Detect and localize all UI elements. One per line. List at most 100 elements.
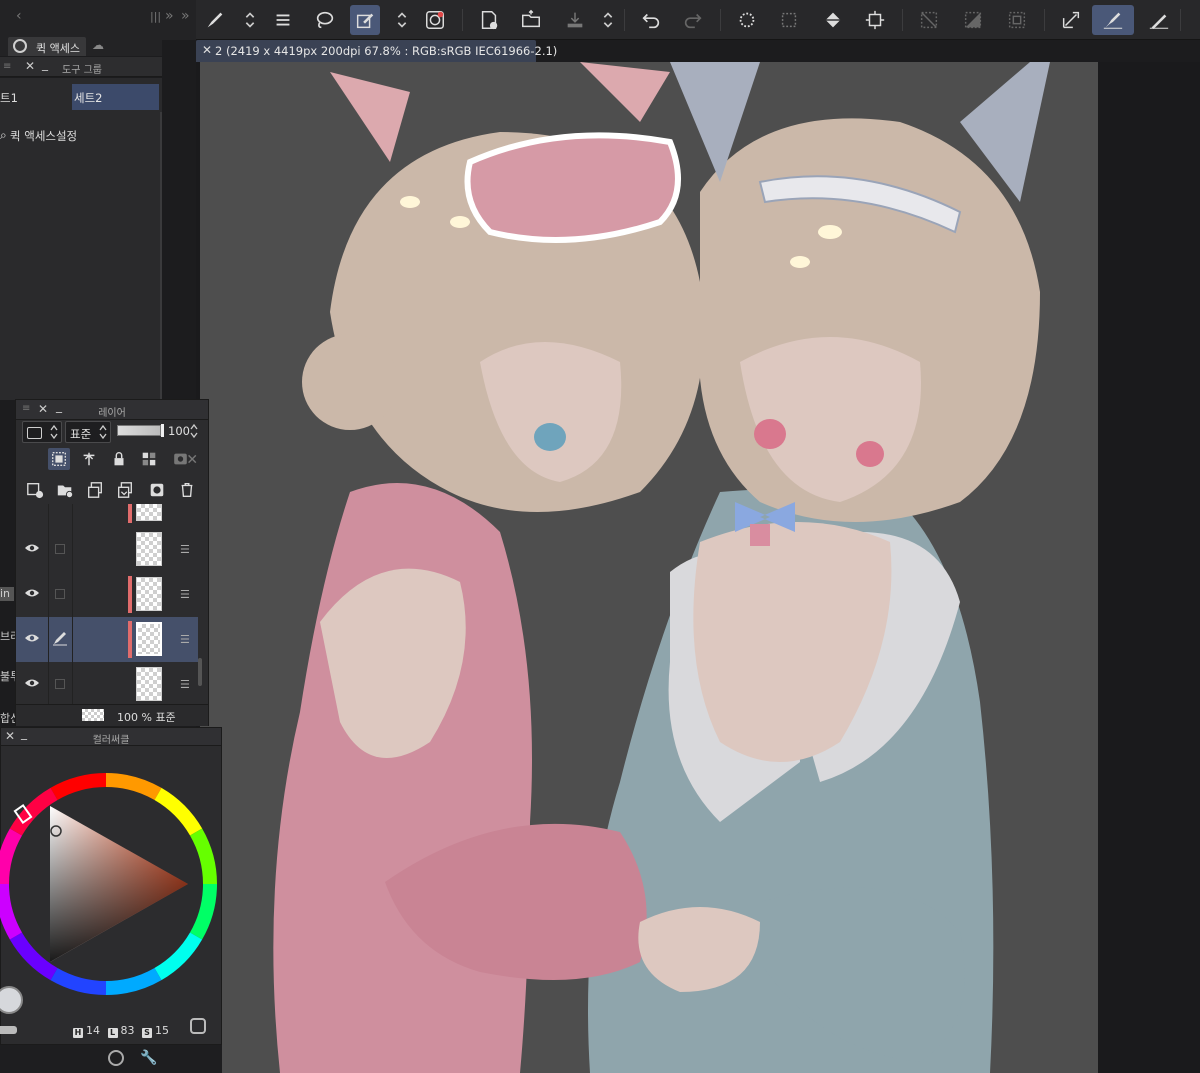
edit-layer-icon[interactable] [350,5,380,35]
reference-layer-icon[interactable] [78,448,100,470]
illustration [273,62,1050,1073]
hsv-readout: H 14 L 83 S 15 [73,1024,169,1038]
lock-transparency-icon[interactable] [138,448,160,470]
export-icon[interactable] [560,5,590,35]
eye-icon[interactable] [24,631,40,645]
line-snap-icon[interactable] [1144,5,1174,35]
main-color-swatch[interactable] [0,986,23,1014]
layer-row[interactable] [16,504,198,527]
cloud-tab-icon[interactable]: ☁ [92,38,104,52]
quick-access-tab-label: 퀵 액세스 [36,42,80,55]
timer-icon[interactable] [108,1050,124,1066]
set2-tab[interactable]: 세트2 [72,84,159,110]
lasso-icon[interactable] [310,5,340,35]
layer-row[interactable]: ☰ [16,662,198,704]
opacity-stepper-icon[interactable] [190,423,198,439]
grip-icon[interactable]: ≡ [3,61,11,72]
open-folder-icon[interactable] [516,5,546,35]
opacity-value[interactable]: 100 [168,424,190,438]
layer-menu-icon[interactable]: ☰ [180,678,190,691]
set1-tab[interactable]: 트1 [0,84,70,110]
pen-snap-icon[interactable] [1092,5,1134,35]
undo-icon[interactable] [636,5,666,35]
h-value: 14 [86,1024,100,1037]
clip-layer-icon[interactable] [48,448,70,470]
minimize-icon[interactable]: _ [42,57,48,71]
eye-icon[interactable] [24,586,40,600]
layer-row[interactable]: ☰ [16,572,198,617]
transform-icon[interactable] [860,5,890,35]
select-all-icon[interactable] [774,5,804,35]
new-raster-layer-icon[interactable] [24,479,46,501]
s-label: S [142,1028,152,1038]
layer-panel-title: 레이어 [98,408,126,419]
brush-tool-icon[interactable] [200,5,230,35]
blend-mode-select[interactable]: 표준 [65,421,111,443]
lock-icon[interactable] [108,448,130,470]
copy-layer-icon[interactable] [84,479,106,501]
transparent-swatch[interactable] [0,1026,17,1034]
layer-thumbnail [136,667,162,701]
opacity-slider[interactable] [117,424,164,437]
layer-scrollbar[interactable] [198,658,202,686]
selection-border-icon[interactable] [1002,5,1032,35]
layer-type-select[interactable] [22,421,62,443]
h-label: H [73,1028,83,1038]
collapse-left-icon[interactable]: ‹ [16,8,22,24]
scrollbar[interactable] [160,112,162,400]
clear-outside-icon[interactable] [914,5,944,35]
tab-quick-access[interactable]: 퀵 액세스 [8,37,86,56]
pen-icon [53,632,67,646]
s-value: 15 [155,1024,169,1037]
eye-icon[interactable] [24,541,40,555]
fill-icon[interactable] [818,5,848,35]
command-bar [196,0,1200,40]
layer-thumbnail [136,622,162,656]
expand-right-icon-2[interactable]: » [181,8,190,24]
menu-icon[interactable] [268,5,298,35]
color-panel-header: ✕ _ 컬러써클 [1,726,221,746]
grip-icon: ||| [150,10,162,23]
l-label: L [107,1028,118,1038]
updown-icon-3[interactable] [600,5,616,35]
color-wheel[interactable] [0,768,217,1000]
updown-icon[interactable] [242,5,258,35]
layer-menu-icon[interactable]: ☰ [180,588,190,601]
wrench-icon[interactable]: 🔧 [140,1050,157,1066]
layer-checkbox[interactable] [55,589,65,599]
rectangle-icon [27,427,42,439]
layer-mask-icon[interactable] [146,479,168,501]
updown-icon-2[interactable] [394,5,410,35]
new-canvas-icon[interactable] [474,5,504,35]
eye-icon[interactable] [24,676,40,690]
layer-row[interactable]: ☰ [16,527,198,572]
new-folder-icon[interactable] [54,479,76,501]
canvas[interactable] [200,62,1098,1073]
bottom-bar: 🔧 [0,1045,222,1073]
cutoff-panel-label-a: in [0,587,14,601]
search-icon: ⌕ [0,128,7,142]
layer-row-selected[interactable]: ☰ [16,617,198,662]
updown-icon [99,424,107,440]
document-tab[interactable]: ✕ 2 (2419 x 4419px 200dpi 67.8% : RGB:sR… [196,40,557,62]
invert-selection-icon[interactable] [958,5,988,35]
layer-thumbnail [136,504,162,521]
layer-list: ☰ ☰ ☰ ☰ [16,504,198,704]
layer-menu-icon[interactable]: ☰ [180,543,190,556]
ruler-icon[interactable] [1056,5,1086,35]
layer-checkbox[interactable] [55,679,65,689]
redo-icon[interactable] [678,5,708,35]
mask-toggle-icon[interactable] [170,448,200,470]
trash-icon[interactable] [176,479,198,501]
layer-checkbox[interactable] [55,544,65,554]
expand-right-icon[interactable]: » [165,8,174,24]
merge-layer-icon[interactable] [114,479,136,501]
layer-menu-icon[interactable]: ☰ [180,633,190,646]
updown-icon [50,424,58,440]
close-document-icon[interactable]: ✕ [202,43,212,57]
close-icon[interactable]: ✕ [25,59,35,73]
color-settings-icon[interactable] [190,1018,206,1034]
color-spiral-icon[interactable] [420,5,450,35]
layer-thumbnail [136,532,162,566]
loading-icon[interactable] [732,5,762,35]
